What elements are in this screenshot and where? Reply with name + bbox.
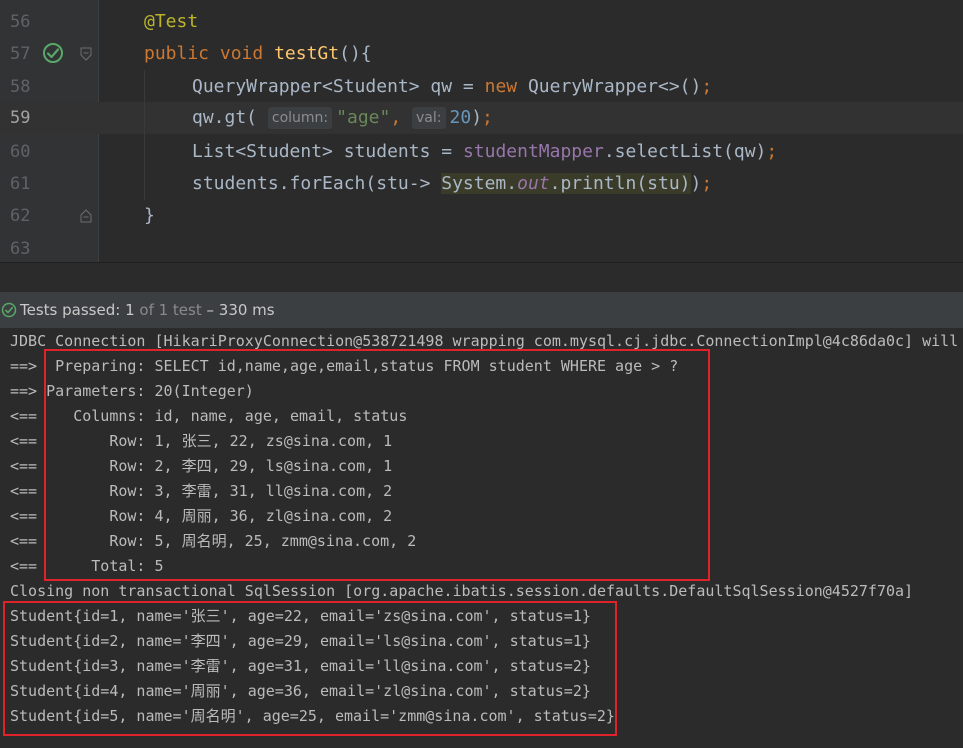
code-line-63[interactable]: 63 [0, 233, 963, 262]
semicolon: ; [701, 173, 713, 194]
field-reference: studentMapper [462, 141, 604, 162]
code-token: QueryWrapper<Student> qw = [192, 76, 485, 97]
code-token: ) [471, 107, 483, 128]
line-number: 62 [10, 206, 31, 226]
keyword-void: void [219, 43, 264, 64]
code-text: } [144, 200, 155, 232]
sql-log-highlight-box [44, 349, 710, 581]
code-token: ) [690, 173, 702, 194]
line-number: 57 [10, 44, 31, 64]
code-text: List<Student> students = studentMapper.s… [192, 136, 777, 168]
comma: , [390, 107, 402, 128]
code-editor[interactable]: 56 @Test 57 public void testGt(){ 58 Que… [0, 0, 963, 262]
code-line-57[interactable]: 57 public void testGt(){ [0, 38, 963, 70]
line-number: 59 [10, 108, 31, 128]
code-token: System. [441, 173, 518, 194]
line-number: 63 [10, 239, 31, 259]
line-number: 60 [10, 142, 31, 162]
check-circle-icon [1, 302, 17, 318]
fold-icon[interactable] [79, 47, 93, 61]
semicolon: ; [766, 141, 778, 162]
keyword-new: new [484, 76, 518, 97]
keyword-public: public [144, 43, 210, 64]
code-line-56[interactable]: 56 @Test [0, 6, 963, 38]
method-name: testGt [274, 43, 340, 64]
code-text: public void testGt(){ [144, 38, 372, 70]
code-token: qw.gt( [192, 107, 258, 128]
close-brace: } [144, 205, 155, 226]
lambda-highlight: System.out.println(stu) [441, 173, 691, 194]
string-literal: "age" [336, 107, 391, 128]
code-text: QueryWrapper<Student> qw = new QueryWrap… [192, 71, 712, 103]
semicolon: ; [701, 76, 713, 97]
code-line-62[interactable]: 62 } [0, 200, 963, 232]
tests-passed-label: Tests passed: [20, 301, 121, 319]
fold-icon[interactable] [79, 209, 93, 223]
code-token: students.forEach(stu-> [192, 173, 442, 194]
code-text: students.forEach(stu-> System.out.printl… [192, 168, 712, 200]
run-test-passed-icon[interactable] [42, 42, 64, 64]
code-token: .selectList(qw) [603, 141, 767, 162]
tests-passed-count: 1 [125, 301, 135, 319]
code-token: List<Student> students = [192, 141, 463, 162]
static-field: out [517, 173, 550, 194]
number-literal: 20 [449, 107, 472, 128]
test-status-bar: Tests passed: 1 of 1 test – 330 ms [0, 292, 963, 328]
line-number: 58 [10, 77, 31, 97]
code-token: .println(stu) [549, 173, 691, 194]
method-paren: (){ [339, 43, 372, 64]
param-hint-val: val: [412, 107, 446, 129]
code-text: qw.gt( column: "age", val: 20); [192, 102, 493, 134]
code-text: @Test [144, 6, 198, 38]
code-token: QueryWrapper<>() [517, 76, 702, 97]
annotation-test: @Test [144, 11, 199, 32]
indent-guide [144, 70, 145, 200]
tests-summary: Tests passed: 1 of 1 test – 330 ms [20, 292, 275, 328]
line-number: 56 [10, 12, 31, 32]
tests-total-label: of 1 test [139, 301, 202, 319]
line-number: 61 [10, 174, 31, 194]
panel-divider[interactable] [0, 262, 963, 293]
param-hint-column: column: [267, 107, 333, 129]
result-highlight-box [3, 601, 617, 736]
tests-duration: – 330 ms [206, 301, 275, 319]
console-output[interactable]: JDBC Connection [HikariProxyConnection@5… [0, 328, 963, 748]
semicolon: ; [482, 107, 493, 128]
